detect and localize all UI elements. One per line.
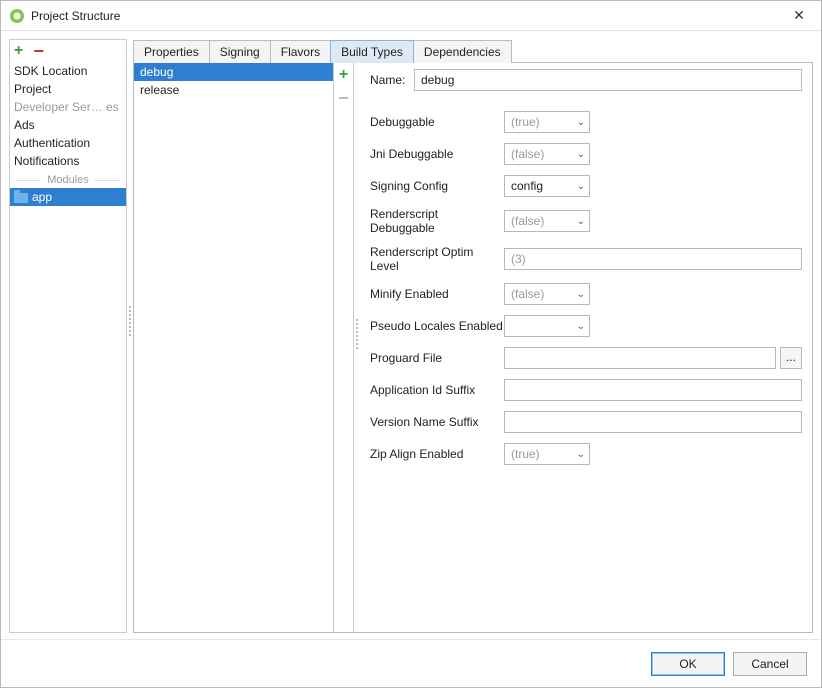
add-build-type-icon[interactable]: +	[339, 67, 348, 83]
add-icon[interactable]: +	[14, 43, 23, 59]
combo-value: (true)	[511, 447, 540, 461]
folder-icon	[14, 193, 28, 203]
dialog-footer: OK Cancel	[1, 639, 821, 687]
field-combo[interactable]: (false) ⌄	[504, 283, 590, 305]
sidebar-module-item[interactable]: app	[10, 188, 126, 206]
sidebar-item[interactable]: Project	[10, 80, 126, 98]
sidebar-list: SDK LocationProjectDeveloper Ser… esAdsA…	[10, 62, 126, 632]
chevron-down-icon: ⌄	[577, 149, 585, 160]
build-type-form: Name: Debuggable(true)⌄Jni Debuggable(fa…	[360, 63, 812, 632]
close-icon[interactable]: ✕	[785, 7, 813, 24]
tab-dependencies[interactable]: Dependencies	[413, 40, 512, 63]
field-combo[interactable]: (true) ⌄	[504, 443, 590, 465]
name-label: Name:	[370, 73, 414, 87]
combo-value: (true)	[511, 115, 540, 129]
combo-value: (false)	[511, 214, 544, 228]
combo-value: (false)	[511, 287, 544, 301]
tab-signing[interactable]: Signing	[209, 40, 271, 63]
splitter-handle[interactable]	[127, 39, 133, 633]
app-icon	[9, 8, 25, 24]
chevron-down-icon: ⌄	[577, 321, 585, 332]
build-type-item[interactable]: debug	[134, 63, 333, 81]
field-input[interactable]	[504, 411, 802, 433]
build-type-item[interactable]: release	[134, 81, 333, 99]
chevron-down-icon: ⌄	[577, 289, 585, 300]
build-types-actions: + −	[334, 63, 354, 632]
field-label: Application Id Suffix	[370, 383, 504, 397]
modules-separator: Modules	[10, 174, 126, 186]
field-combo[interactable]: (false) ⌄	[504, 143, 590, 165]
field-label: Signing Config	[370, 179, 504, 193]
field-combo[interactable]: (false) ⌄	[504, 210, 590, 232]
field-label: Proguard File	[370, 351, 504, 365]
sidebar-item[interactable]: Notifications	[10, 152, 126, 170]
tab-bar: PropertiesSigningFlavorsBuild TypesDepen…	[133, 39, 813, 62]
tab-properties[interactable]: Properties	[133, 40, 210, 63]
chevron-down-icon: ⌄	[577, 117, 585, 128]
sidebar-item[interactable]: Authentication	[10, 134, 126, 152]
build-types-list[interactable]: debugrelease	[134, 63, 333, 632]
field-label: Renderscript Optim Level	[370, 245, 504, 273]
sidebar-toolbar: + −	[10, 40, 126, 62]
sidebar: + − SDK LocationProjectDeveloper Ser… es…	[9, 39, 127, 633]
sidebar-item[interactable]: SDK Location	[10, 62, 126, 80]
cancel-button[interactable]: Cancel	[733, 652, 807, 676]
chevron-down-icon: ⌄	[577, 181, 585, 192]
titlebar: Project Structure ✕	[1, 1, 821, 31]
field-combo[interactable]: (true) ⌄	[504, 111, 590, 133]
chevron-down-icon: ⌄	[577, 449, 585, 460]
field-label: Minify Enabled	[370, 287, 504, 301]
remove-icon[interactable]: −	[33, 42, 44, 60]
field-label: Debuggable	[370, 115, 504, 129]
project-structure-dialog: Project Structure ✕ + − SDK LocationProj…	[0, 0, 822, 688]
field-label: Pseudo Locales Enabled	[370, 319, 504, 333]
field-label: Jni Debuggable	[370, 147, 504, 161]
sidebar-module-label: app	[32, 190, 52, 204]
field-combo[interactable]: ⌄	[504, 315, 590, 337]
sidebar-item: Developer Ser… es	[10, 98, 126, 116]
tab-flavors[interactable]: Flavors	[270, 40, 331, 63]
build-types-panel: debugrelease	[134, 63, 334, 632]
tab-content: debugrelease + − Name: Debuggable (true) ⌄…	[133, 62, 813, 633]
name-input[interactable]	[414, 69, 802, 91]
browse-button[interactable]: ...	[780, 347, 802, 369]
tab-build-types[interactable]: Build Types	[330, 40, 414, 63]
combo-value: (false)	[511, 147, 544, 161]
field-combo[interactable]: config ⌄	[504, 175, 590, 197]
field-label: Version Name Suffix	[370, 415, 504, 429]
field-label: Renderscript Debuggable	[370, 207, 504, 235]
sidebar-item[interactable]: Ads	[10, 116, 126, 134]
window-title: Project Structure	[31, 9, 785, 23]
chevron-down-icon: ⌄	[577, 216, 585, 227]
combo-value: config	[511, 179, 543, 193]
field-input[interactable]	[504, 379, 802, 401]
inner-splitter-handle[interactable]	[354, 63, 360, 632]
field-label: Zip Align Enabled	[370, 447, 504, 461]
field-input[interactable]	[504, 347, 776, 369]
ok-button[interactable]: OK	[651, 652, 725, 676]
field-input[interactable]	[504, 248, 802, 270]
remove-build-type-icon: −	[338, 89, 349, 107]
